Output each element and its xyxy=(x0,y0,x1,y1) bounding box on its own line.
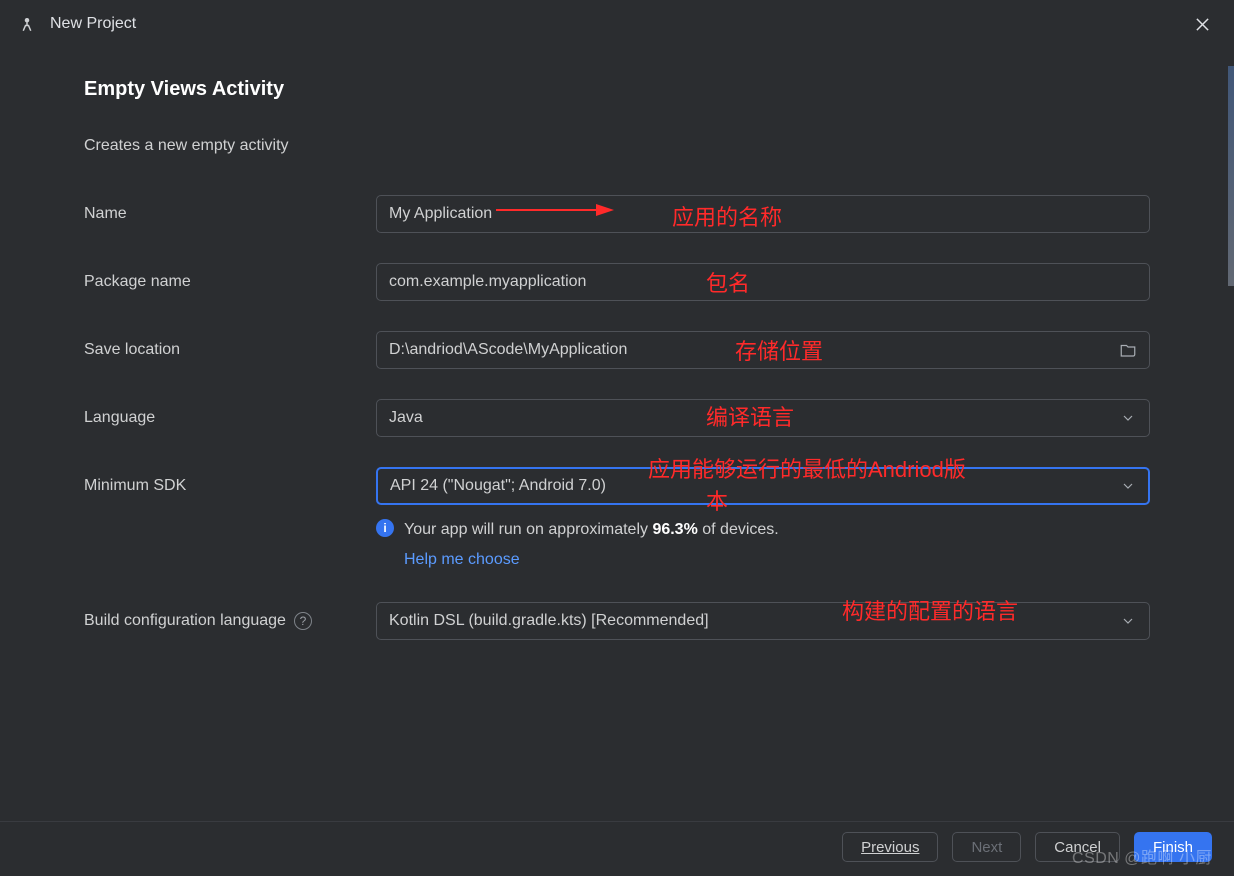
label-language: Language xyxy=(84,409,376,427)
finish-button[interactable]: Finish xyxy=(1134,832,1212,862)
row-save-location: Save location xyxy=(84,331,1150,369)
titlebar: New Project xyxy=(0,0,1234,48)
package-input[interactable] xyxy=(376,263,1150,301)
build-config-value: Kotlin DSL (build.gradle.kts) [Recommend… xyxy=(389,612,709,630)
page-heading: Empty Views Activity xyxy=(84,78,1150,101)
dialog-footer: Previous Next Cancel Finish xyxy=(0,821,1234,876)
chevron-down-icon xyxy=(1118,476,1138,496)
label-minimum-sdk: Minimum SDK xyxy=(84,477,376,495)
language-value: Java xyxy=(389,409,423,427)
info-percent: 96.3% xyxy=(652,521,697,538)
info-suffix: of devices. xyxy=(698,521,779,538)
previous-button[interactable]: Previous xyxy=(842,832,938,862)
android-studio-icon xyxy=(18,15,36,33)
label-package: Package name xyxy=(84,273,376,291)
info-prefix: Your app will run on approximately xyxy=(404,521,652,538)
help-me-choose-link[interactable]: Help me choose xyxy=(404,547,779,573)
build-config-select[interactable]: Kotlin DSL (build.gradle.kts) [Recommend… xyxy=(376,602,1150,640)
window-title: New Project xyxy=(50,15,136,33)
save-location-input[interactable] xyxy=(376,331,1150,369)
help-icon[interactable]: ? xyxy=(294,612,312,630)
row-language: Language Java xyxy=(84,399,1150,437)
sdk-device-info: i Your app will run on approximately 96.… xyxy=(84,517,1150,572)
label-save-location: Save location xyxy=(84,341,376,359)
minimum-sdk-value: API 24 ("Nougat"; Android 7.0) xyxy=(390,477,606,495)
next-button: Next xyxy=(952,832,1021,862)
label-build-config: Build configuration language ? xyxy=(84,612,376,630)
label-name: Name xyxy=(84,205,376,223)
dialog-content: Empty Views Activity Creates a new empty… xyxy=(0,48,1234,821)
chevron-down-icon xyxy=(1118,408,1138,428)
chevron-down-icon xyxy=(1118,611,1138,631)
cancel-button[interactable]: Cancel xyxy=(1035,832,1120,862)
side-artifact xyxy=(1228,66,1234,286)
close-button[interactable] xyxy=(1188,10,1216,38)
row-package: Package name xyxy=(84,263,1150,301)
row-name: Name xyxy=(84,195,1150,233)
page-subtitle: Creates a new empty activity xyxy=(84,137,1150,155)
minimum-sdk-select[interactable]: API 24 ("Nougat"; Android 7.0) xyxy=(376,467,1150,505)
row-minimum-sdk: Minimum SDK API 24 ("Nougat"; Android 7.… xyxy=(84,467,1150,505)
language-select[interactable]: Java xyxy=(376,399,1150,437)
folder-browse-icon[interactable] xyxy=(1118,340,1138,360)
row-build-config: Build configuration language ? Kotlin DS… xyxy=(84,602,1150,640)
name-input[interactable] xyxy=(376,195,1150,233)
info-icon: i xyxy=(376,519,394,537)
